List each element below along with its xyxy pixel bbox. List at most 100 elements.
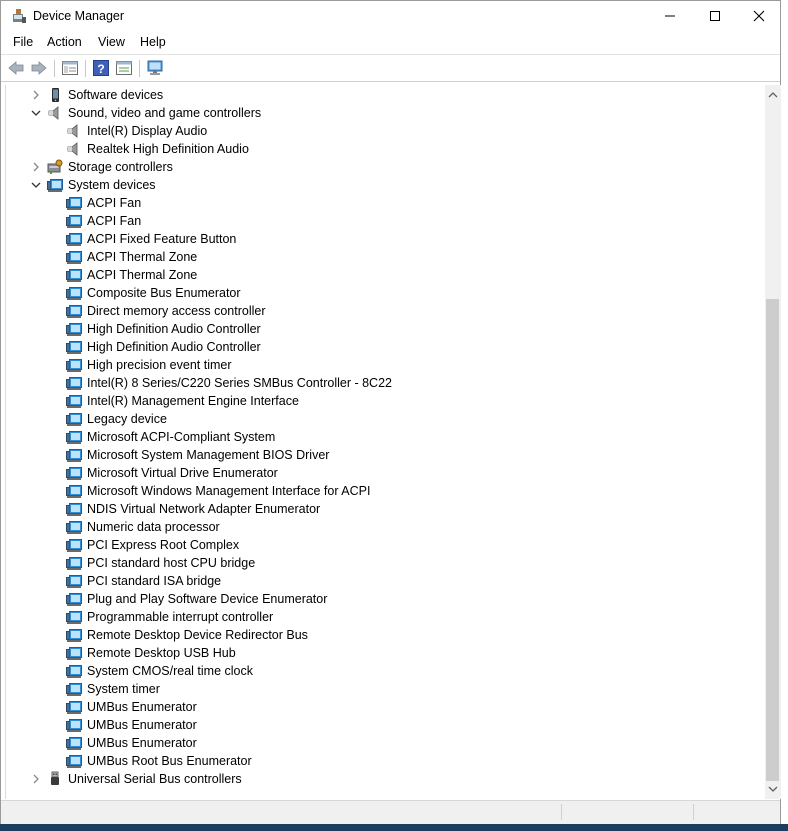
tree-item[interactable]: Microsoft Virtual Drive Enumerator [6, 464, 761, 482]
scroll-up-button[interactable] [765, 87, 781, 103]
collapse-arrow[interactable] [28, 177, 44, 193]
tree-item[interactable]: ACPI Thermal Zone [6, 266, 761, 284]
system-device-icon [66, 375, 82, 391]
scroll-thumb[interactable] [766, 299, 779, 781]
tree-item[interactable]: Intel(R) Display Audio [6, 122, 761, 140]
scroll-down-button[interactable] [765, 781, 781, 797]
tree-item[interactable]: Intel(R) Management Engine Interface [6, 392, 761, 410]
system-device-icon [66, 447, 82, 463]
tree-item-label: Intel(R) Management Engine Interface [87, 394, 299, 408]
tree-item[interactable]: UMBus Enumerator [6, 734, 761, 752]
tree-item[interactable]: Microsoft ACPI-Compliant System [6, 428, 761, 446]
device-tree[interactable]: Software devices Sound, video and game co… [5, 85, 766, 799]
collapse-arrow[interactable] [28, 105, 44, 121]
tree-item[interactable]: ACPI Fan [6, 194, 761, 212]
tree-item[interactable]: ACPI Fan [6, 212, 761, 230]
menu-file[interactable]: File [13, 35, 33, 49]
tree-item-label: ACPI Fixed Feature Button [87, 232, 237, 246]
toolbar-separator [54, 60, 55, 77]
maximize-icon [709, 11, 720, 21]
expand-arrow[interactable] [28, 159, 44, 175]
system-device-icon [66, 717, 82, 733]
tree-item[interactable]: High Definition Audio Controller [6, 338, 761, 356]
tree-item[interactable]: Legacy device [6, 410, 761, 428]
system-device-icon [66, 357, 82, 373]
system-device-icon [66, 627, 82, 643]
tree-item[interactable]: Numeric data processor [6, 518, 761, 536]
back-icon[interactable] [7, 59, 25, 77]
tree-item-label: Numeric data processor [87, 520, 220, 534]
tree-item[interactable]: System timer [6, 680, 761, 698]
tree-item-label: ACPI Fan [87, 214, 142, 228]
scan-hardware-icon[interactable] [146, 59, 164, 77]
properties-icon[interactable] [115, 59, 133, 77]
tree-category[interactable]: System devices [6, 176, 761, 194]
menu-action[interactable]: Action [47, 35, 82, 49]
device-manager-icon [13, 9, 26, 23]
taskbar-strip [0, 824, 788, 831]
tree-item-label: System timer [87, 682, 160, 696]
tree-item[interactable]: UMBus Enumerator [6, 698, 761, 716]
tree-item[interactable]: Plug and Play Software Device Enumerator [6, 590, 761, 608]
tree-item-label: Software devices [68, 88, 164, 102]
forward-icon[interactable] [30, 59, 48, 77]
tree-item[interactable]: Remote Desktop USB Hub [6, 644, 761, 662]
tree-item-label: ACPI Fan [87, 196, 142, 210]
system-device-icon [66, 501, 82, 517]
tree-item-label: PCI standard host CPU bridge [87, 556, 256, 570]
chevron-right-icon [33, 90, 39, 100]
system-device-icon [66, 303, 82, 319]
system-device-icon [66, 465, 82, 481]
tree-category[interactable]: Universal Serial Bus controllers [6, 770, 761, 788]
tree-item[interactable]: ACPI Thermal Zone [6, 248, 761, 266]
tree-item[interactable]: Remote Desktop Device Redirector Bus [6, 626, 761, 644]
tree-item[interactable]: High precision event timer [6, 356, 761, 374]
system-device-icon [66, 753, 82, 769]
minimize-icon [664, 15, 675, 17]
title-bar[interactable]: Device Manager [1, 1, 780, 31]
close-button[interactable] [736, 1, 781, 31]
system-device-icon [66, 735, 82, 751]
tree-item[interactable]: High Definition Audio Controller [6, 320, 761, 338]
tree-item-label: PCI standard ISA bridge [87, 574, 222, 588]
tree-item[interactable]: PCI Express Root Complex [6, 536, 761, 554]
tree-category[interactable]: Software devices [6, 86, 761, 104]
tree-item[interactable]: ACPI Fixed Feature Button [6, 230, 761, 248]
menu-view[interactable]: View [98, 35, 125, 49]
system-device-icon [66, 195, 82, 211]
vertical-scrollbar[interactable] [765, 85, 781, 799]
tree-item[interactable]: Composite Bus Enumerator [6, 284, 761, 302]
tree-category[interactable]: Storage controllers [6, 158, 761, 176]
tree-item[interactable]: Microsoft System Management BIOS Driver [6, 446, 761, 464]
tree-item[interactable]: PCI standard host CPU bridge [6, 554, 761, 572]
tree-item[interactable]: Direct memory access controller [6, 302, 761, 320]
tree-item[interactable]: Programmable interrupt controller [6, 608, 761, 626]
tree-item-label: UMBus Enumerator [87, 718, 197, 732]
help-icon[interactable]: ? [92, 59, 110, 77]
show-hide-console-tree-icon[interactable] [61, 59, 79, 77]
storage-controller-icon [47, 159, 63, 175]
minimize-button[interactable] [647, 1, 692, 31]
menu-help[interactable]: Help [140, 35, 166, 49]
system-device-icon [66, 267, 82, 283]
tree-item-label: UMBus Root Bus Enumerator [87, 754, 252, 768]
tree-item[interactable]: System CMOS/real time clock [6, 662, 761, 680]
tree-item[interactable]: Realtek High Definition Audio [6, 140, 761, 158]
tree-item-label: System CMOS/real time clock [87, 664, 254, 678]
tree-category[interactable]: Sound, video and game controllers [6, 104, 761, 122]
system-device-icon [66, 339, 82, 355]
maximize-button[interactable] [692, 1, 737, 31]
tree-item[interactable]: PCI standard ISA bridge [6, 572, 761, 590]
expand-arrow[interactable] [28, 771, 44, 787]
system-device-icon [66, 285, 82, 301]
tree-item[interactable]: UMBus Enumerator [6, 716, 761, 734]
system-device-icon [66, 573, 82, 589]
scroll-up-icon [768, 92, 778, 98]
tree-item[interactable]: UMBus Root Bus Enumerator [6, 752, 761, 770]
system-device-icon [66, 393, 82, 409]
toolbar-separator [85, 60, 86, 77]
tree-item[interactable]: Microsoft Windows Management Interface f… [6, 482, 761, 500]
tree-item[interactable]: Intel(R) 8 Series/C220 Series SMBus Cont… [6, 374, 761, 392]
expand-arrow[interactable] [28, 87, 44, 103]
tree-item[interactable]: NDIS Virtual Network Adapter Enumerator [6, 500, 761, 518]
